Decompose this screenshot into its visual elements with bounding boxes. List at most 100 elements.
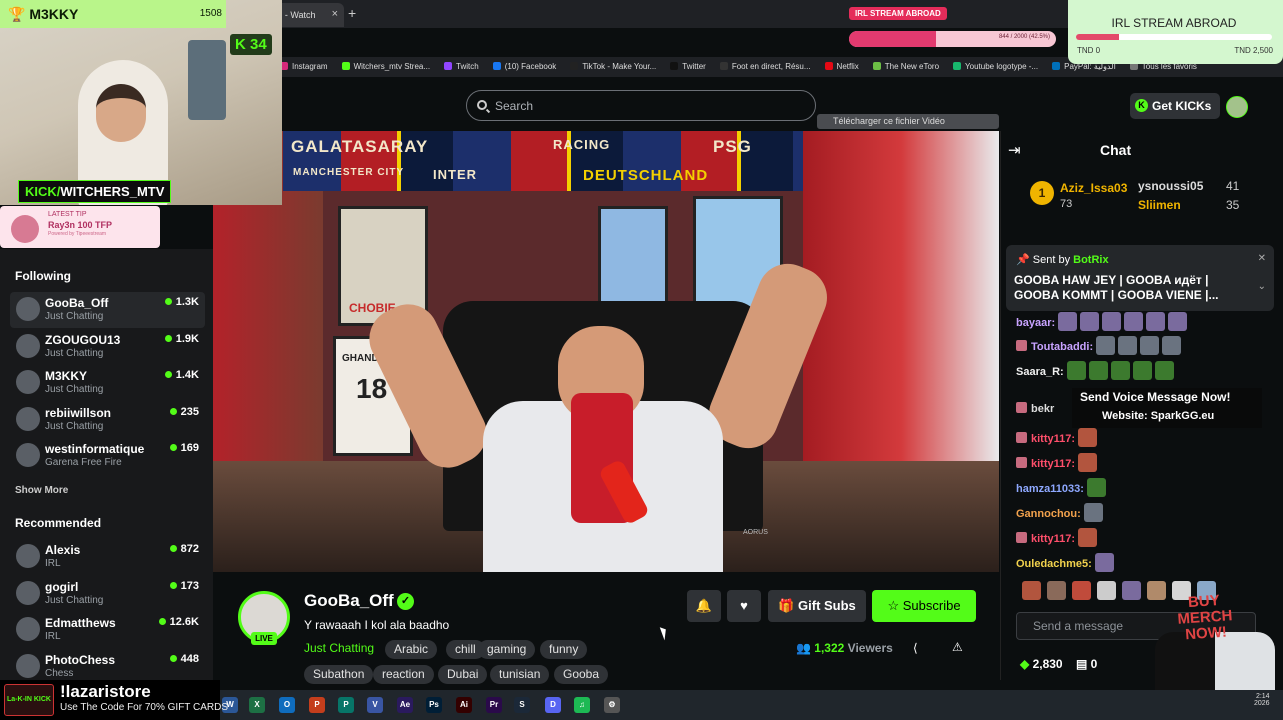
taskbar-app-icon[interactable]: ♫ (574, 697, 590, 713)
sidebar-channel[interactable]: Edmatthews IRL 12.6K (10, 612, 205, 648)
bell-icon: 🔔 (695, 598, 713, 613)
goal-low-label: TND 0 (1077, 46, 1101, 55)
channel-name: GooBa_Off (45, 296, 109, 310)
sidebar-channel[interactable]: M3KKY Just Chatting 1.4K (10, 365, 205, 401)
chat-emote (1168, 312, 1188, 331)
chat-username[interactable]: Ouledachme5: (1016, 558, 1092, 570)
get-kicks-button[interactable]: Get KICKs (1130, 93, 1220, 119)
bookmark-item[interactable]: Witchers_mtv Strea... (341, 57, 430, 77)
sidebar-channel[interactable]: rebiiwillson Just Chatting 235 (10, 402, 205, 438)
chat-username[interactable]: Saara_R: (1016, 366, 1064, 378)
bookmark-item[interactable]: Foot en direct, Résu... (719, 57, 811, 77)
stream-tag[interactable]: Arabic (385, 640, 438, 659)
new-tab-icon[interactable]: + (348, 5, 356, 21)
search-input[interactable]: Search (466, 90, 816, 121)
avatar (16, 653, 40, 678)
bookmark-item[interactable]: Twitter (670, 57, 706, 77)
bookmark-item[interactable]: The New eToro (872, 57, 939, 77)
chat-message: Saara_R: (1016, 361, 1174, 380)
channel-name: ZGOUGOU13 (45, 332, 121, 347)
taskbar-app-icon[interactable]: X (249, 697, 265, 713)
taskbar-app-icon[interactable]: O (279, 697, 295, 713)
sidebar-channel[interactable]: GooBa_Off Just Chatting 1.3K (10, 292, 205, 328)
notifications-bell-button[interactable]: 🔔 (687, 590, 721, 622)
viewers-label: Viewers (847, 641, 893, 655)
bookmark-label: Instagram (292, 62, 328, 71)
sidebar-channel[interactable]: ZGOUGOU13 Just Chatting 1.9K (10, 329, 205, 365)
collapse-chat-icon[interactable]: ⇥ (1008, 141, 1021, 159)
chat-username[interactable]: kitty117: (1031, 533, 1075, 545)
taskbar-app-icon[interactable]: P (338, 697, 354, 713)
bookmark-item[interactable]: (10) Facebook (492, 57, 556, 77)
store-promo-banner: La-K-IN KICK !lazaristore Use The Code F… (0, 680, 228, 720)
taskbar-app-icon[interactable]: ⚙ (604, 697, 620, 713)
bookmark-item[interactable]: Instagram (280, 57, 328, 77)
stream-tag[interactable]: Gooba (554, 665, 609, 684)
chat-emote (1078, 528, 1098, 547)
chat-username[interactable]: bekr (1031, 403, 1054, 415)
download-video-bar[interactable]: Télécharger ce fichier Vidéo (817, 114, 999, 129)
top-gifter-name[interactable]: Aziz_Issa03 (1060, 181, 1127, 195)
chat-username[interactable]: Gannochou: (1016, 508, 1081, 520)
bookmark-item[interactable]: TikTok - Make Your... (570, 57, 656, 77)
gift-subs-label: Gift Subs (798, 598, 856, 613)
top-gifter-rank: 1 (1030, 181, 1054, 205)
taskbar-app-icon[interactable]: Pr (486, 697, 502, 713)
video-player[interactable]: GALATASARAY RACING PSG INTER DEUTSCHLAND… (213, 131, 999, 572)
sidebar-channel[interactable]: gogirl Just Chatting 173 (10, 576, 205, 612)
stream-tag[interactable]: Dubai (438, 665, 488, 684)
follow-button[interactable]: ♥ (727, 590, 761, 622)
kick-count-badge: K 34 (230, 34, 272, 55)
taskbar-app-icon[interactable]: S (514, 697, 530, 713)
bookmark-icon (1052, 62, 1061, 70)
taskbar-app-icon[interactable]: V (367, 697, 383, 713)
chat-emote (1140, 336, 1160, 355)
scarf-text: PSG (713, 137, 752, 156)
gifter-name[interactable]: Sliimen (1138, 198, 1181, 212)
chat-emote (1094, 553, 1114, 572)
bookmark-icon (872, 62, 881, 70)
chat-emote (1080, 312, 1100, 331)
channel-viewers: 169 (170, 442, 199, 454)
taskbar-app-icon[interactable]: Ps (426, 697, 442, 713)
unpin-icon[interactable]: ✕ (1258, 253, 1266, 264)
subathon-progress-fill (849, 31, 936, 47)
gift-subs-button[interactable]: 🎁 Gift Subs (768, 590, 866, 622)
bookmark-icon (670, 62, 679, 70)
taskbar-app-icon[interactable]: Ai (456, 697, 472, 713)
stream-tag[interactable]: reaction (373, 665, 434, 684)
chat-username[interactable]: hamza11033: (1016, 483, 1084, 495)
taskbar-app-icon[interactable]: Ae (397, 697, 413, 713)
goal-progress-bar (1076, 34, 1272, 40)
pinned-text: GOOBA HAW JEY | GOOBA идёт | GOOBA KOMMT… (1014, 273, 1219, 302)
close-tab-icon[interactable]: × (332, 8, 338, 20)
gifter-name[interactable]: ysnoussi05 (1138, 179, 1203, 193)
stream-tag[interactable]: tunisian (490, 665, 550, 684)
chevron-down-icon[interactable]: ⌄ (1258, 281, 1266, 292)
channel-name: Edmatthews (45, 616, 116, 631)
stream-category[interactable]: Just Chatting (304, 641, 374, 655)
sidebar-channel[interactable]: westinformatique Garena Free Fire 169 (10, 438, 205, 474)
streamer-name[interactable]: GooBa_Off (304, 591, 394, 611)
chat-username[interactable]: kitty117: (1031, 458, 1075, 470)
chat-username[interactable]: Toutabaddi: (1031, 341, 1093, 353)
bookmark-item[interactable]: Youtube logotype -... (953, 57, 1038, 77)
chat-username[interactable]: kitty117: (1031, 433, 1075, 445)
store-icon[interactable]: ▤ (1076, 657, 1091, 671)
chat-emote (1086, 478, 1106, 497)
scarf-text: MANCHESTER CITY (293, 167, 405, 178)
share-icon[interactable]: ⟨ (913, 641, 918, 655)
sidebar-channel[interactable]: Alexis IRL 872 (10, 539, 205, 575)
stream-tag[interactable]: gaming (478, 640, 536, 659)
bookmark-item[interactable]: Netflix (824, 57, 859, 77)
subscribe-button[interactable]: ☆ Subscribe (872, 590, 976, 622)
chat-username[interactable]: bayaar: (1016, 317, 1055, 329)
report-icon[interactable]: ⚠ (952, 640, 963, 654)
user-avatar[interactable] (1226, 96, 1248, 118)
taskbar-app-icon[interactable]: D (545, 697, 561, 713)
stream-tag[interactable]: funny (540, 640, 588, 659)
stream-tag[interactable]: Subathon (304, 665, 374, 684)
bookmark-item[interactable]: Twitch (444, 57, 479, 77)
show-more-link[interactable]: Show More (15, 485, 68, 496)
taskbar-app-icon[interactable]: P (309, 697, 325, 713)
